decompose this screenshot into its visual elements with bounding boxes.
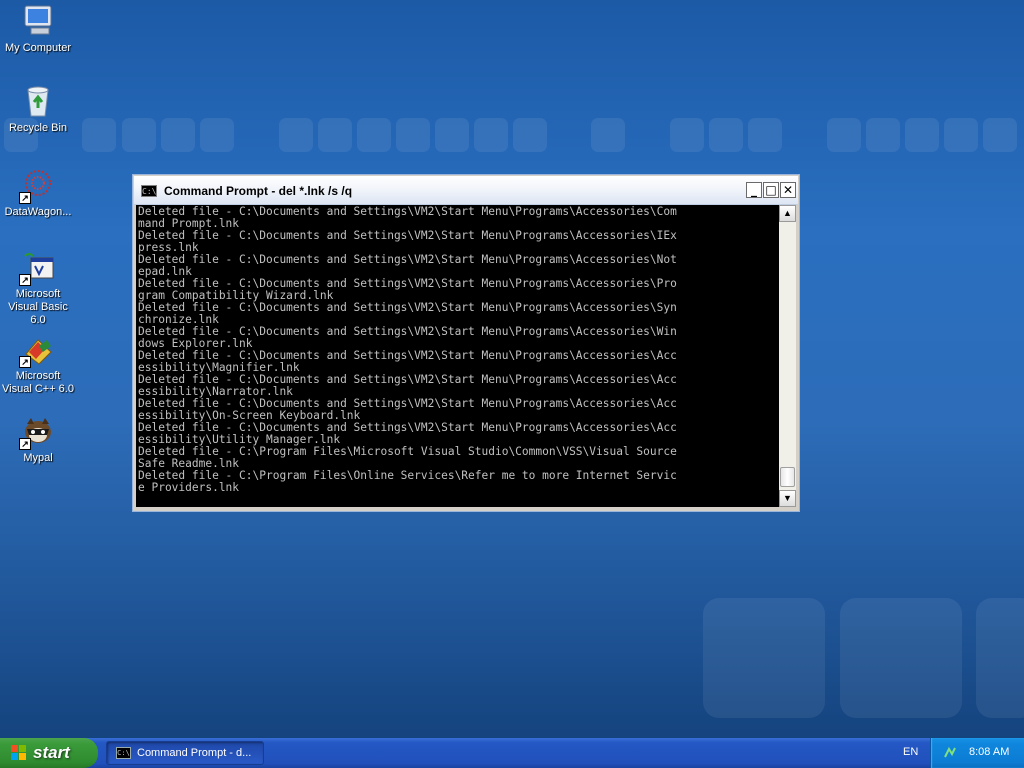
wallpaper-tile	[357, 118, 391, 152]
window-title: Command Prompt - del *.lnk /s /q	[164, 184, 353, 198]
desktop-icon-recycle-bin[interactable]: Recycle Bin	[0, 84, 76, 135]
console-line: e Providers.lnk	[138, 481, 240, 494]
scroll-down-button[interactable]: ▼	[779, 490, 796, 507]
desktop-icon-label: Mypal	[23, 452, 53, 464]
wallpaper-tile	[976, 598, 1024, 718]
taskbar-button-command-prompt[interactable]: C:\ Command Prompt - d...	[106, 741, 264, 765]
wallpaper-tile	[591, 118, 625, 152]
desktop-icon-mypal[interactable]: ↗ Mypal	[0, 414, 76, 465]
visual-cpp-icon: ↗	[19, 332, 55, 368]
shortcut-arrow-icon: ↗	[19, 274, 31, 286]
desktop-icon-label: Microsoft Visual Basic 6.0	[8, 288, 68, 326]
computer-icon	[21, 4, 55, 38]
desktop-icon-label: Recycle Bin	[8, 122, 68, 134]
start-label: start	[33, 743, 70, 762]
arrow-up-icon: ▲	[783, 208, 792, 218]
scrollbar-thumb[interactable]	[780, 467, 795, 487]
clock[interactable]: 8:08 AM	[969, 746, 1009, 758]
desktop-icon-label: Microsoft Visual C++ 6.0	[2, 370, 74, 395]
command-prompt-window[interactable]: C:\ Command Prompt - del *.lnk /s /q _ □…	[132, 174, 800, 512]
windows-logo-icon	[11, 745, 27, 761]
maximize-button[interactable]: □	[763, 182, 779, 198]
visual-basic-icon: ↗	[19, 250, 55, 286]
wallpaper-tile	[983, 118, 1017, 152]
vertical-scrollbar[interactable]: ▲ ▼	[779, 205, 796, 507]
wallpaper-tile	[703, 598, 825, 718]
console-line: Deleted file - C:\Documents and Settings…	[138, 253, 677, 266]
wallpaper-tile	[840, 598, 962, 718]
shortcut-arrow-icon: ↗	[19, 192, 31, 204]
datawagon-icon: ↗	[19, 168, 55, 204]
arrow-down-icon: ▼	[783, 493, 792, 503]
desktop-icon-datawagon[interactable]: ↗ DataWagon...	[0, 168, 76, 219]
shortcut-arrow-icon: ↗	[19, 356, 31, 368]
minimize-button[interactable]: _	[746, 182, 762, 198]
wallpaper-tile	[396, 118, 430, 152]
console-line: Deleted file - C:\Documents and Settings…	[138, 301, 677, 314]
desktop: My Computer Recycle Bin ↗ DataWagon... ↗…	[0, 0, 1024, 738]
wallpaper-tile	[161, 118, 195, 152]
wallpaper-tile	[279, 118, 313, 152]
wallpaper-tile	[82, 118, 116, 152]
shortcut-arrow-icon: ↗	[19, 438, 31, 450]
wallpaper-tile	[200, 118, 234, 152]
wallpaper-tile	[513, 118, 547, 152]
wallpaper-tile	[474, 118, 508, 152]
wallpaper-tile	[122, 118, 156, 152]
console-text: Deleted file - C:\Documents and Settings…	[136, 205, 779, 495]
window-titlebar[interactable]: C:\ Command Prompt - del *.lnk /s /q _ □…	[134, 176, 798, 205]
mypal-icon: ↗	[19, 414, 55, 450]
command-prompt-icon: C:\	[141, 185, 157, 197]
wallpaper-tile	[827, 118, 861, 152]
close-button[interactable]: ✕	[780, 182, 796, 198]
taskbar: start C:\ Command Prompt - d... EN 8:08 …	[0, 738, 1024, 768]
desktop-icon-visual-basic[interactable]: ↗ Microsoft Visual Basic 6.0	[0, 250, 76, 327]
desktop-icon-label: DataWagon...	[4, 206, 72, 218]
desktop-icon-visual-cpp[interactable]: ↗ Microsoft Visual C++ 6.0	[0, 332, 76, 396]
scroll-up-button[interactable]: ▲	[779, 205, 796, 222]
desktop-icon-my-computer[interactable]: My Computer	[0, 4, 76, 55]
command-prompt-icon: C:\	[116, 747, 131, 759]
start-button[interactable]: start	[0, 738, 98, 768]
language-indicator[interactable]: EN	[903, 746, 918, 758]
wallpaper-tile	[748, 118, 782, 152]
wallpaper-tile	[709, 118, 743, 152]
taskbar-button-label: Command Prompt - d...	[137, 747, 252, 759]
recycle-bin-icon	[21, 84, 55, 118]
console-output[interactable]: Deleted file - C:\Documents and Settings…	[136, 205, 779, 507]
wallpaper-tile	[435, 118, 469, 152]
network-icon[interactable]	[943, 746, 957, 760]
wallpaper-tile	[905, 118, 939, 152]
console-line: Deleted file - C:\Documents and Settings…	[138, 229, 677, 242]
wallpaper-tile	[670, 118, 704, 152]
wallpaper-tile	[944, 118, 978, 152]
desktop-icon-label: My Computer	[4, 42, 72, 54]
wallpaper-tile	[318, 118, 352, 152]
system-tray: 8:08 AM	[930, 738, 1024, 768]
wallpaper-tile	[866, 118, 900, 152]
